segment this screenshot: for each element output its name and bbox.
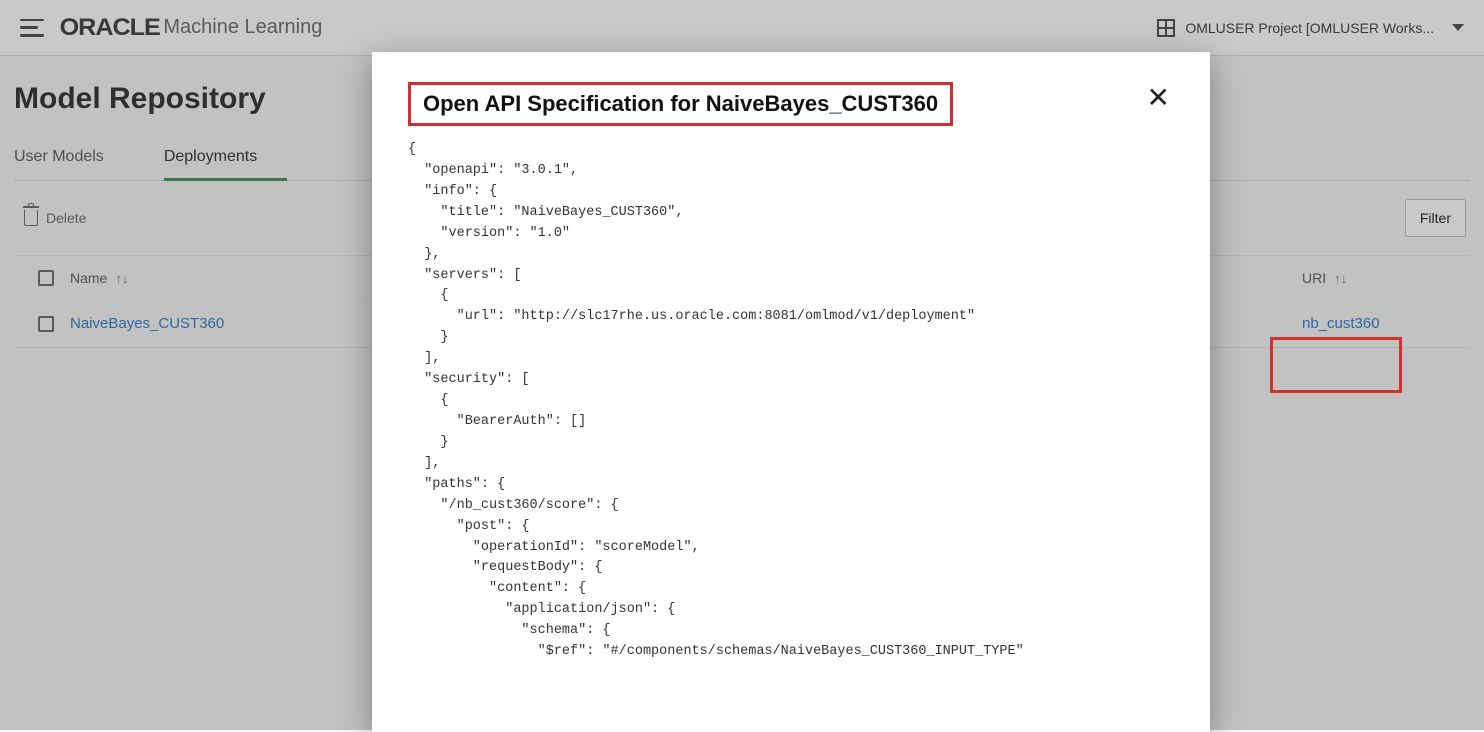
openapi-code: { "openapi": "3.0.1", "info": { "title":… — [408, 140, 1174, 660]
close-icon[interactable]: ✕ — [1143, 82, 1174, 114]
modal-title: Open API Specification for NaiveBayes_CU… — [408, 82, 953, 126]
openapi-modal: Open API Specification for NaiveBayes_CU… — [372, 52, 1210, 732]
openapi-code-scroll[interactable]: { "openapi": "3.0.1", "info": { "title":… — [408, 140, 1174, 660]
